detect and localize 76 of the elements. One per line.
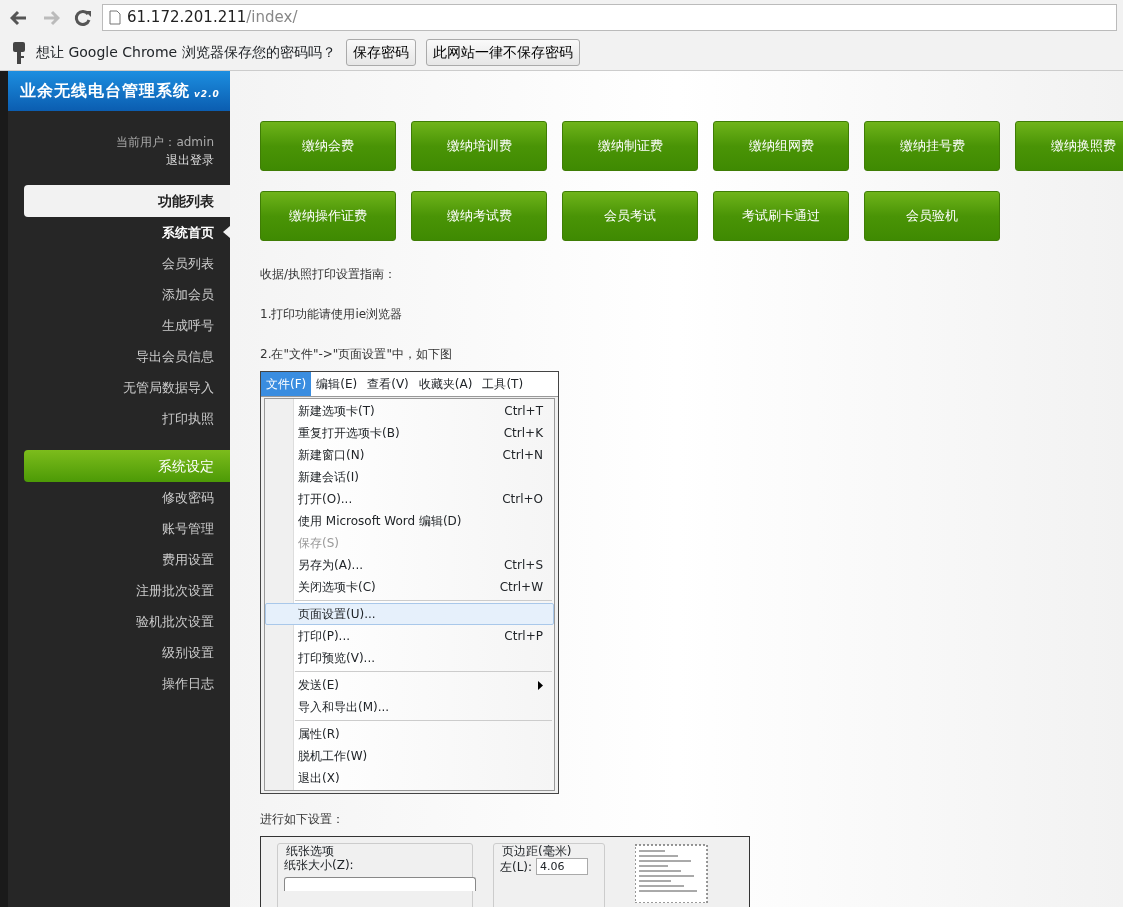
address-bar[interactable]: 61.172.201.211/index/: [102, 4, 1117, 31]
action-button[interactable]: 会员验机: [864, 191, 1000, 241]
guide-text: 1.打印功能请使用ie浏览器: [260, 306, 404, 323]
menu-item[interactable]: 属性(R): [265, 723, 554, 745]
shortcut-text: Ctrl+W: [499, 579, 543, 596]
menu-item[interactable]: 另存为(A)... Ctrl+S: [265, 554, 554, 576]
sidebar-item[interactable]: 打印执照: [162, 408, 214, 429]
app-title: 业余无线电台管理系统: [20, 80, 190, 102]
menu-item[interactable]: 发送(E): [265, 674, 554, 696]
menu-bar-item[interactable]: 编辑(E): [311, 372, 363, 396]
sidebar-item[interactable]: 无管局数据导入: [123, 377, 214, 398]
action-button[interactable]: 缴纳挂号费: [864, 121, 1000, 171]
sidebar-section-header[interactable]: 功能列表: [24, 185, 230, 217]
shortcut-text: Ctrl+N: [502, 447, 543, 464]
guide-text: 2.在"文件"->"页面设置"中，如下图: [260, 346, 453, 363]
logout-link[interactable]: 退出登录: [166, 153, 214, 167]
version-label: v2.0: [194, 87, 220, 101]
action-button[interactable]: 缴纳制证费: [562, 121, 698, 171]
guide-text: 收据/执照打印设置指南：: [260, 266, 398, 283]
menu-item[interactable]: 新建选项卡(T) Ctrl+T: [265, 400, 554, 422]
url-host: 61.172.201.211: [127, 7, 247, 29]
action-button[interactable]: 会员考试: [562, 191, 698, 241]
sidebar-item[interactable]: 级别设置: [162, 642, 214, 663]
sidebar-item[interactable]: 修改密码: [162, 487, 214, 508]
menu-bar-item[interactable]: 收藏夹(A): [413, 372, 478, 396]
group-label: 页边距(毫米): [500, 844, 574, 859]
field-label: 左(L):: [500, 859, 533, 875]
menu-bar-item[interactable]: 工具(T): [477, 372, 529, 396]
action-button[interactable]: 缴纳组网费: [713, 121, 849, 171]
sidebar-item[interactable]: 账号管理: [162, 518, 214, 539]
action-button[interactable]: 缴纳操作证费: [260, 191, 396, 241]
action-button[interactable]: 缴纳考试费: [411, 191, 547, 241]
menu-item[interactable]: 退出(X): [265, 767, 554, 789]
sidebar-item[interactable]: 系统首页: [162, 222, 214, 243]
group-label: 纸张选项: [284, 844, 336, 859]
shortcut-text: Ctrl+P: [504, 628, 543, 645]
menu-item[interactable]: 页面设置(U)...: [265, 603, 554, 625]
menu-item[interactable]: 打开(O)... Ctrl+O: [265, 488, 554, 510]
menu-item[interactable]: 新建会话(I): [265, 466, 554, 488]
pointer-icon: [223, 226, 230, 238]
menu-item[interactable]: 导入和导出(M)...: [265, 696, 554, 718]
menu-item[interactable]: 打印(P)... Ctrl+P: [265, 625, 554, 647]
shortcut-text: Ctrl+T: [504, 403, 543, 420]
sidebar-item[interactable]: 操作日志: [162, 673, 214, 694]
action-button[interactable]: 缴纳会费: [260, 121, 396, 171]
action-button[interactable]: 缴纳换照费: [1015, 121, 1123, 171]
sidebar-item[interactable]: 验机批次设置: [136, 611, 214, 632]
key-icon: [12, 40, 26, 65]
url-path: /index/: [246, 7, 298, 29]
menu-item[interactable]: 脱机工作(W): [265, 745, 554, 767]
shortcut-text: Ctrl+K: [503, 425, 543, 442]
menu-bar-item[interactable]: 查看(V): [362, 372, 414, 396]
menu-item[interactable]: 关闭选项卡(C) Ctrl+W: [265, 576, 554, 598]
submenu-arrow-icon: [538, 680, 543, 690]
action-button[interactable]: 考试刷卡通过: [713, 191, 849, 241]
guide-text: 进行如下设置：: [260, 811, 345, 828]
action-button[interactable]: 缴纳培训费: [411, 121, 547, 171]
sidebar-item[interactable]: 费用设置: [162, 549, 214, 570]
shortcut-text: Ctrl+O: [502, 491, 543, 508]
field-label: 纸张大小(Z):: [284, 858, 355, 873]
sidebar-item[interactable]: 添加会员: [162, 284, 214, 305]
infobar-button[interactable]: 此网站一律不保存密码: [425, 39, 580, 66]
infobar-button[interactable]: 保存密码: [345, 39, 416, 66]
menu-item[interactable]: 新建窗口(N) Ctrl+N: [265, 444, 554, 466]
current-user: 当前用户：admin: [115, 134, 215, 151]
menu-item[interactable]: 打印预览(V)...: [265, 647, 554, 669]
paper-size-select[interactable]: [284, 876, 476, 891]
sidebar-item[interactable]: 注册批次设置: [136, 580, 214, 601]
sidebar-item[interactable]: 导出会员信息: [136, 346, 214, 367]
menu-item[interactable]: 使用 Microsoft Word 编辑(D): [265, 510, 554, 532]
left-margin-input[interactable]: 4.06: [536, 858, 589, 876]
sidebar-item[interactable]: 会员列表: [162, 253, 214, 274]
infobar-message: 想让 Google Chrome 浏览器保存您的密码吗？: [36, 43, 336, 62]
sidebar-item[interactable]: 生成呼号: [162, 315, 214, 336]
menu-item[interactable]: 重复打开选项卡(B) Ctrl+K: [265, 422, 554, 444]
shortcut-text: Ctrl+S: [503, 557, 543, 574]
